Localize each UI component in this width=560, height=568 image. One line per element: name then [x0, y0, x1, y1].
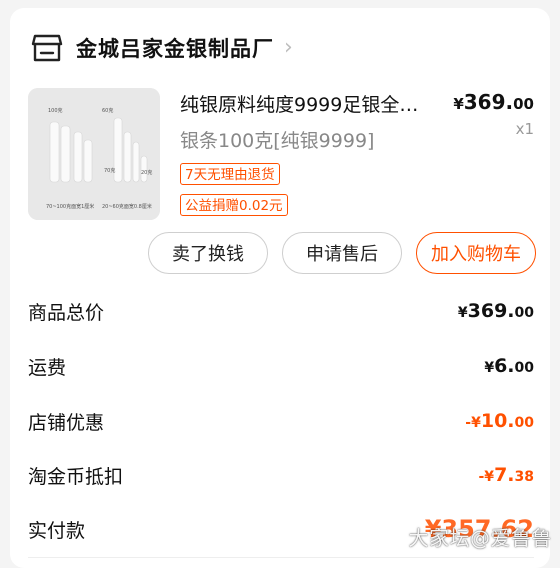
product-quantity: x1: [515, 120, 534, 138]
total-label: 商品总价: [28, 301, 105, 324]
order-card: 金城吕家金银制品厂 › 100克 60克 70克 20克 70~100克面宽1厘…: [10, 8, 550, 568]
shipping-label: 运费: [28, 356, 67, 379]
add-to-cart-button[interactable]: 加入购物车: [416, 232, 536, 274]
after-sale-button[interactable]: 申请售后: [282, 232, 402, 274]
product-title[interactable]: 纯银原料纯度9999足银全…: [180, 90, 450, 117]
return-policy-tag: 7天无理由退货: [180, 163, 280, 185]
shop-name: 金城吕家金银制品厂: [76, 37, 274, 61]
image-label-20: 20克: [141, 170, 152, 176]
store-icon: [30, 31, 64, 65]
paid-label: 实付款: [28, 519, 86, 542]
price-decimal: 00: [513, 95, 534, 113]
charity-tag: 公益捐赠0.02元: [180, 194, 288, 216]
price-currency: ¥: [453, 95, 464, 113]
product-price: ¥369.00: [453, 90, 534, 114]
sell-button[interactable]: 卖了换钱: [148, 232, 268, 274]
summary-shipping-row: 运费 ¥6.00: [28, 349, 534, 383]
coin-value: -¥7.38: [478, 464, 535, 486]
discount-label: 店铺优惠: [28, 411, 105, 434]
discount-value: -¥10.00: [465, 410, 534, 432]
summary-total-row: 商品总价 ¥369.00: [28, 294, 534, 328]
summary-coin-row[interactable]: 淘金币抵扣 -¥7.38: [28, 458, 534, 492]
divider: [28, 557, 534, 558]
price-int: 369.: [463, 90, 514, 114]
coin-label: 淘金币抵扣: [28, 465, 124, 488]
shop-header[interactable]: 金城吕家金银制品厂 ›: [30, 28, 293, 68]
shipping-value: ¥6.00: [484, 355, 534, 377]
watermark: 大家坛@爱鲁鲁: [408, 526, 552, 550]
total-value: ¥369.00: [457, 300, 534, 322]
product-image[interactable]: 100克 60克 70克 20克 70~100克面宽1厘米 20~60克面宽0.…: [28, 88, 160, 220]
image-label-100: 100克: [48, 108, 63, 114]
image-label-60: 60克: [102, 108, 113, 114]
image-label-70: 70克: [104, 168, 115, 174]
chevron-right-icon: ›: [284, 35, 293, 60]
image-caption-right: 20~60克面宽0.8厘米: [102, 203, 152, 210]
summary-discount-row[interactable]: 店铺优惠 -¥10.00: [28, 404, 534, 438]
product-sku: 银条100克[纯银9999]: [180, 130, 375, 152]
image-caption-left: 70~100克面宽1厘米: [46, 203, 94, 210]
